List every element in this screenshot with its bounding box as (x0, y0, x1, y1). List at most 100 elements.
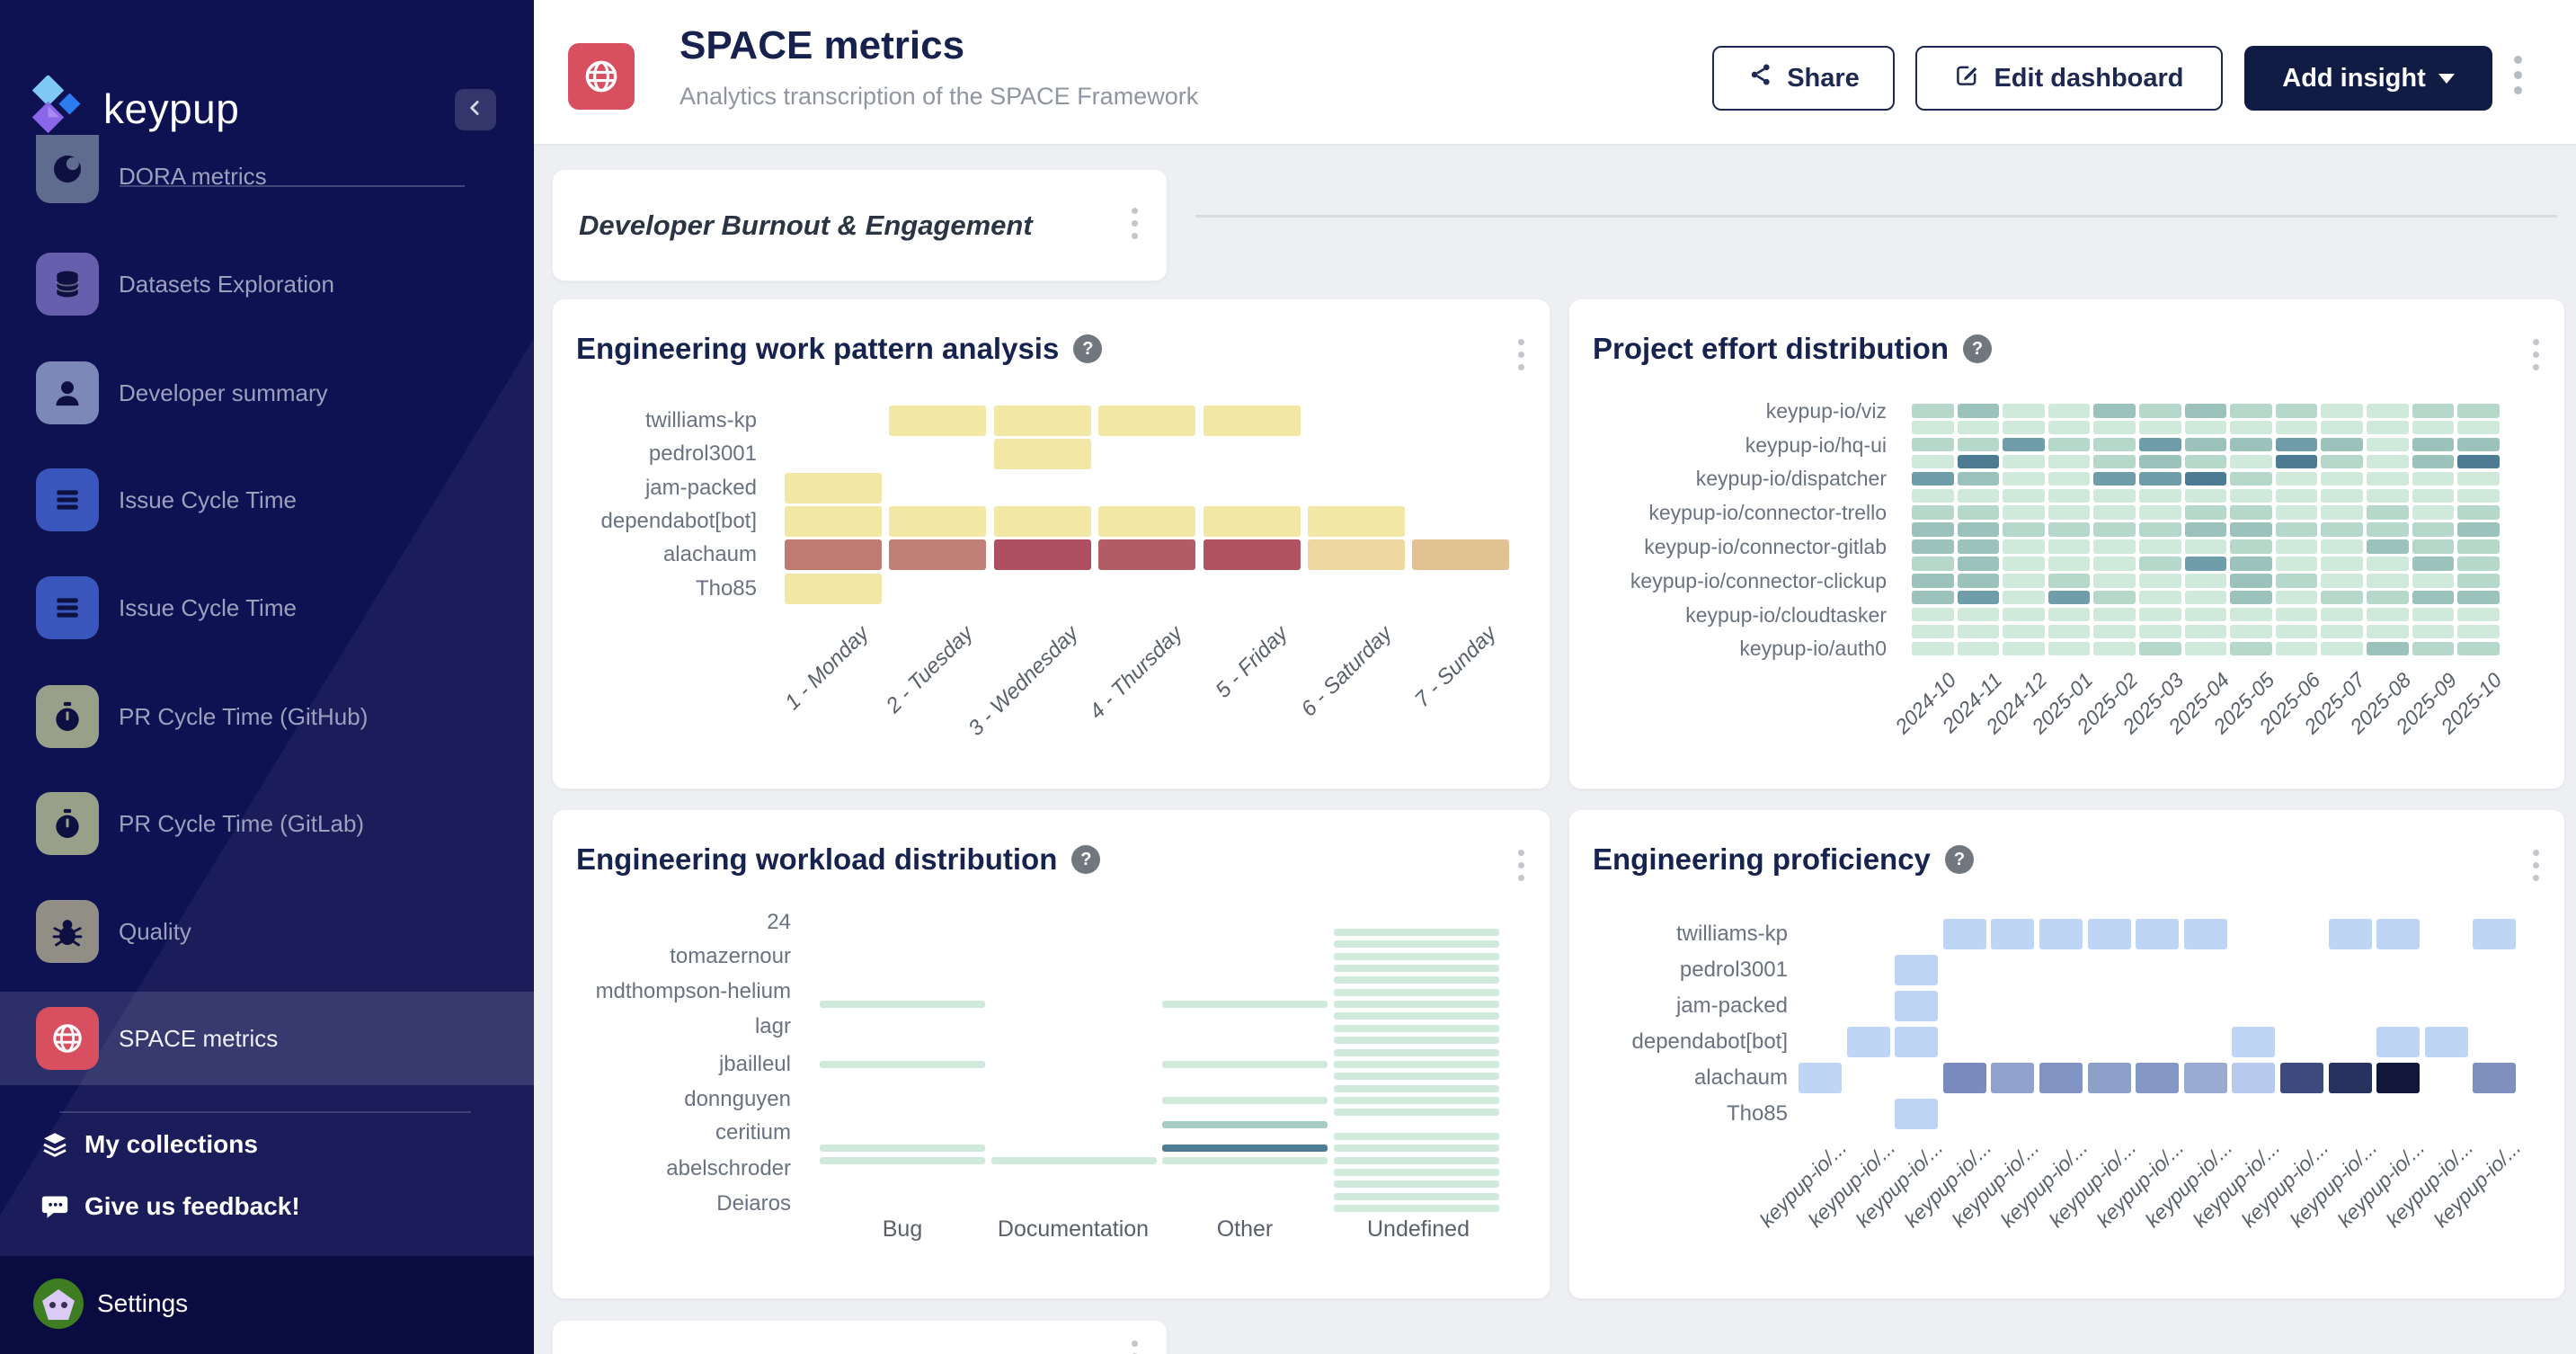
heatmap-cell (2412, 489, 2455, 503)
section-card-partial[interactable] (552, 1320, 1168, 1354)
heatmap-cell (2139, 574, 2181, 588)
sidebar-item-my-collections[interactable]: My collections (0, 1113, 534, 1176)
avatar-eye (49, 1302, 56, 1308)
heatmap-cell (2230, 421, 2272, 435)
sidebar-item-settings[interactable]: Settings (97, 1278, 188, 1329)
user-avatar[interactable] (33, 1278, 84, 1329)
heatmap-cell (1334, 1012, 1499, 1020)
heatmap-cell (2276, 489, 2318, 503)
y-tick-label: alachaum (451, 540, 757, 569)
heatmap-cell (2276, 438, 2318, 452)
heatmap-cell (2457, 642, 2500, 656)
y-tick-label: twilliams-kp (451, 406, 757, 435)
chart-card-workload: Engineering workload distribution? 24tom… (552, 809, 1550, 1299)
sidebar-item-label: PR Cycle Time (GitLab) (119, 777, 364, 870)
heatmap-cell (2139, 625, 2181, 639)
list-icon (36, 576, 99, 639)
heatmap-cell (2321, 557, 2363, 571)
y-tick-label: keypup-io/hq-ui (1581, 431, 1887, 459)
heatmap-cell (2184, 919, 2227, 949)
heatmap-cell (2093, 557, 2136, 571)
heatmap-cell (2003, 557, 2045, 571)
heatmap-cell (2093, 455, 2136, 469)
heatmap-cell (2003, 455, 2045, 469)
heatmap-cell (1912, 642, 1954, 656)
sidebar-item-dora-metrics[interactable]: DORA metrics (0, 129, 534, 223)
heatmap-cell (1204, 506, 1301, 537)
heatmap-cell (1334, 1145, 1499, 1152)
heatmap-cell (2093, 438, 2136, 452)
heatmap-cell (1912, 557, 1954, 571)
edit-dashboard-button-label: Edit dashboard (1994, 64, 2183, 94)
heatmap-cell (2276, 404, 2318, 418)
add-insight-button[interactable]: Add insight (2244, 46, 2492, 111)
sidebar-item-label: Quality (119, 885, 191, 978)
heatmap-cell (1098, 506, 1195, 537)
heatmap-cell (1943, 919, 1986, 949)
sidebar-item-label: SPACE metrics (119, 992, 278, 1085)
heatmap-cell (2457, 438, 2500, 452)
heatmap-cell (1912, 522, 1954, 537)
sidebar-item-quality[interactable]: Quality (0, 885, 534, 978)
heatmap-cell (2321, 608, 2363, 622)
heatmap-cell (1958, 404, 2000, 418)
heatmap-cell (2457, 489, 2500, 503)
heatmap-cell (2232, 1063, 2275, 1093)
heatmap-cell (1334, 1193, 1499, 1200)
section-kebab-menu[interactable] (1132, 208, 1138, 239)
heatmap-cell (2276, 591, 2318, 605)
heatmap-cell (2048, 574, 2091, 588)
share-button[interactable]: Share (1712, 46, 1895, 111)
y-tick-label: twilliams-kp (1482, 920, 1788, 949)
y-tick-label: Tho85 (451, 575, 757, 603)
heatmap-cell (1334, 1205, 1499, 1212)
heatmap-cell (1334, 1037, 1499, 1044)
heatmap-cell (2367, 522, 2409, 537)
section-card-burnout[interactable]: Developer Burnout & Engagement (552, 169, 1168, 281)
heatmap-cell (2457, 557, 2500, 571)
chart-card-work-pattern: Engineering work pattern analysis? twill… (552, 298, 1550, 789)
heatmap-cell (2230, 608, 2272, 622)
heatmap-cell (2321, 404, 2363, 418)
heatmap-cell (1334, 940, 1499, 948)
heatmap-cell (1912, 438, 1954, 452)
heatmap-work-pattern: twilliams-kppedrol3001jam-packeddependab… (553, 299, 1550, 788)
edit-dashboard-button[interactable]: Edit dashboard (1915, 46, 2223, 111)
avatar-eye (61, 1302, 67, 1308)
heatmap-cell (2139, 421, 2181, 435)
heatmap-cell (820, 1001, 985, 1008)
heatmap-cell (1162, 1097, 1328, 1104)
heatmap-cell (2230, 574, 2272, 588)
heatmap-cell (2321, 438, 2363, 452)
heatmap-cell (1912, 539, 1954, 554)
heatmap-cell (2457, 404, 2500, 418)
heatmap-cell (2048, 591, 2091, 605)
heatmap-cell (2230, 522, 2272, 537)
heatmap-cell (2321, 574, 2363, 588)
section-kebab-menu[interactable] (1132, 1341, 1138, 1354)
header-kebab-menu[interactable] (2514, 56, 2522, 94)
heatmap-cell (2425, 1027, 2468, 1057)
sidebar-item-datasets-exploration[interactable]: Datasets Exploration (0, 237, 534, 331)
heatmap-cell (2367, 505, 2409, 520)
heatmap-cell (2321, 505, 2363, 520)
sidebar-item-pr-cycle-time-gitlab-[interactable]: PR Cycle Time (GitLab) (0, 777, 534, 870)
heatmap-cell (2367, 472, 2409, 486)
heatmap-cell (1895, 991, 1938, 1021)
heatmap-cell (2003, 625, 2045, 639)
heatmap-cell (1334, 953, 1499, 960)
sidebar-item-space-metrics[interactable]: SPACE metrics (0, 992, 534, 1085)
heatmap-cell (1958, 642, 2000, 656)
globe-icon (36, 1007, 99, 1070)
heatmap-cell (2412, 472, 2455, 486)
heatmap-cell (2232, 1027, 2275, 1057)
heatmap-cell (2185, 455, 2227, 469)
sidebar-item-label: Issue Cycle Time (119, 453, 297, 547)
sidebar-item-feedback[interactable]: Give us feedback! (0, 1175, 534, 1238)
heatmap-workload: 24tomazernourmdthompson-heliumlagrjbaill… (553, 810, 1550, 1298)
y-tick-label: dependabot[bot] (1482, 1028, 1788, 1056)
sidebar-collapse-button[interactable] (455, 89, 496, 130)
page-title: SPACE metrics (680, 23, 964, 68)
heatmap-cell (2412, 455, 2455, 469)
sidebar-item-pr-cycle-time-github-[interactable]: PR Cycle Time (GitHub) (0, 670, 534, 763)
